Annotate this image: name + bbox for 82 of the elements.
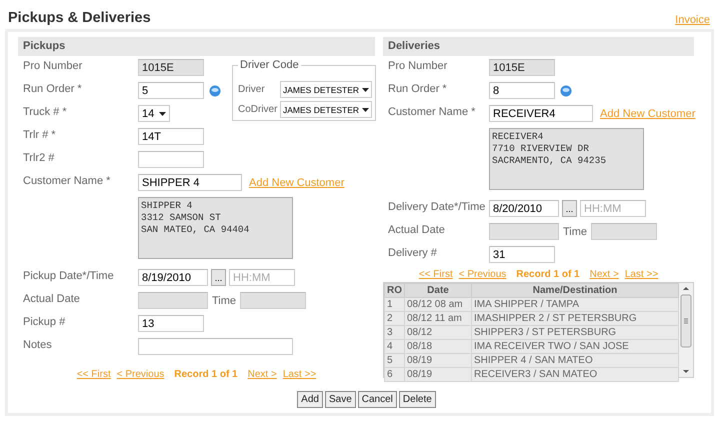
lookup-icon[interactable] xyxy=(560,84,572,96)
table-cell: IMA RECEIVER TWO / SAN JOSE xyxy=(472,340,678,354)
field-label: Truck # * xyxy=(22,105,68,119)
field-label: Customer Name * xyxy=(387,105,476,119)
group-legend: Driver Code xyxy=(238,59,301,71)
field-label: Actual Date xyxy=(22,292,81,306)
address-box: RECEIVER4 7710 RIVERVIEW DR SACRAMENTO, CA 94235 xyxy=(489,128,644,190)
column-header: RO xyxy=(384,284,404,298)
column-header: Date xyxy=(404,284,472,298)
table-cell: 08/19 xyxy=(404,354,472,368)
table-cell: 1 xyxy=(384,298,404,312)
table-cell: SHIPPER3 / ST PETERSBURG xyxy=(472,326,678,340)
field-label: Trlr # * xyxy=(22,128,57,142)
table-cell: 08/12 xyxy=(404,326,472,340)
time-field[interactable]: HH:MM xyxy=(229,269,295,286)
actual-time-field[interactable] xyxy=(591,223,658,240)
pro-number-field[interactable]: 1015E xyxy=(138,59,204,76)
address-box: SHIPPER 4 3312 SAMSON ST SAN MATEO, CA 94404 xyxy=(138,197,293,259)
page-title: Pickups & Deliveries xyxy=(8,10,151,26)
table-cell: 4 xyxy=(384,340,404,354)
actual-date-field[interactable] xyxy=(489,223,559,240)
form-button[interactable]: Cancel xyxy=(358,391,397,408)
field-label: Pickup Date*/Time xyxy=(22,269,115,283)
dropdown-arrow-icon xyxy=(362,108,370,112)
input-field[interactable]: 13 xyxy=(138,315,204,332)
record-counter: Record 1 of 1 xyxy=(174,369,238,380)
time-label: Time xyxy=(563,226,588,238)
field-label: Notes xyxy=(22,338,53,352)
field-label: CoDriver xyxy=(238,104,278,115)
field-label: Pro Number xyxy=(387,59,448,73)
table-cell: IMA SHIPPER / TAMPA xyxy=(472,298,678,312)
table-cell: 08/12 08 am xyxy=(404,298,472,312)
notes-field[interactable] xyxy=(138,338,293,355)
form-button[interactable]: Save xyxy=(324,391,356,408)
column-header: Name/Destination xyxy=(472,284,678,298)
table-cell: SHIPPER 4 / SAN MATEO xyxy=(472,354,678,368)
table-cell: IMASHIPPER 2 / ST PETERSBURG xyxy=(472,312,678,326)
table-cell: 6 xyxy=(384,368,404,382)
input-field[interactable]: 31 xyxy=(489,246,555,263)
field-label: Actual Date xyxy=(387,223,446,237)
field-label: Trlr2 # xyxy=(22,151,56,165)
field-label: Run Order * xyxy=(387,82,448,96)
input-field[interactable] xyxy=(138,151,204,168)
dropdown-arrow-icon xyxy=(362,88,370,92)
table-cell: 3 xyxy=(384,326,404,340)
pro-number-field[interactable]: 1015E xyxy=(489,59,555,76)
record-counter: Record 1 of 1 xyxy=(516,269,580,280)
form-button[interactable]: Delete xyxy=(398,391,436,408)
calendar-button[interactable]: ... xyxy=(562,200,577,217)
field-label: Run Order * xyxy=(22,82,83,96)
input-field[interactable]: 8 xyxy=(489,82,555,99)
field-label: Pickup # xyxy=(22,315,66,329)
form-button[interactable]: Add xyxy=(297,391,323,408)
calendar-button[interactable]: ... xyxy=(211,269,226,286)
date-field[interactable]: 8/19/2010 xyxy=(138,269,208,286)
section-header: Pickups xyxy=(18,37,375,56)
date-field[interactable]: 8/20/2010 xyxy=(489,200,559,217)
table-cell: RECEIVER3 / SAN MATEO xyxy=(472,368,678,382)
field-label: Delivery Date*/Time xyxy=(387,200,486,214)
truck-select[interactable]: 14 xyxy=(138,105,170,122)
actual-date-field[interactable] xyxy=(138,292,208,309)
input-field[interactable]: 5 xyxy=(138,82,204,99)
lookup-icon[interactable] xyxy=(209,84,221,96)
time-label: Time xyxy=(212,294,236,306)
table-cell: 5 xyxy=(384,354,404,368)
field-label: Pro Number xyxy=(22,59,84,73)
table-cell: 2 xyxy=(384,312,404,326)
input-field[interactable]: 14T xyxy=(138,128,204,145)
customer-name-field[interactable]: RECEIVER4 xyxy=(489,105,593,122)
table-cell: 08/12 11 am xyxy=(404,312,472,326)
customer-name-field[interactable]: SHIPPER 4 xyxy=(138,174,242,191)
section-header: Deliveries xyxy=(383,37,694,56)
field-label: Delivery # xyxy=(387,246,438,260)
dropdown-arrow-icon xyxy=(159,112,166,116)
time-field[interactable]: HH:MM xyxy=(580,200,646,217)
actual-time-field[interactable] xyxy=(240,292,306,309)
field-label: Customer Name * xyxy=(22,174,112,188)
table-cell: 08/19 xyxy=(404,368,472,382)
field-label: Driver xyxy=(238,84,266,95)
driver-select[interactable]: JAMES DETESTER xyxy=(280,81,372,98)
driver-select[interactable]: JAMES DETESTER xyxy=(280,101,372,118)
table-cell: 08/18 xyxy=(404,340,472,354)
